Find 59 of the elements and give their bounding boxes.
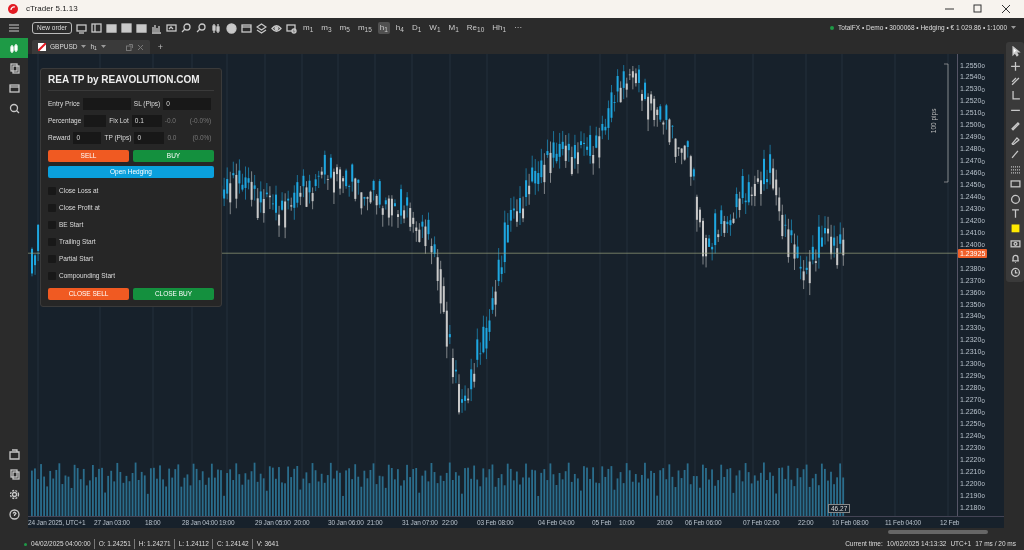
layers-icon[interactable] (256, 22, 267, 34)
timeframe-button[interactable]: W$_{1}$ (427, 22, 443, 34)
symbol-flag-icon (38, 43, 46, 51)
card-icon[interactable] (8, 82, 20, 94)
app-logo-icon (8, 4, 18, 14)
timeframe-button[interactable]: Hh$_{1}$ (490, 22, 509, 34)
bar-chart-icon[interactable] (151, 22, 162, 34)
window-title: cTrader 5.1.13 (26, 3, 78, 15)
timeframe-button[interactable]: M$_{1}$ (446, 22, 461, 34)
candles-icon[interactable] (211, 22, 222, 34)
detach-icon[interactable] (125, 43, 133, 51)
clock-icon[interactable] (1009, 267, 1021, 278)
crosshair-icon[interactable] (1009, 60, 1021, 72)
timeframe-button[interactable]: m$_{1}$ (301, 22, 316, 34)
chart-settings-icon[interactable] (76, 22, 87, 34)
caret-icon[interactable] (100, 45, 106, 49)
single-view-icon[interactable] (121, 22, 132, 34)
bell-icon[interactable] (1009, 252, 1021, 264)
brush-icon[interactable] (1009, 134, 1021, 146)
menu-icon[interactable] (9, 24, 19, 32)
search-icon[interactable] (8, 102, 20, 114)
pencil-icon[interactable] (1009, 119, 1021, 131)
caret-icon[interactable] (81, 45, 87, 49)
zoom-out-icon[interactable] (196, 22, 207, 34)
more-button[interactable]: ··· (512, 22, 525, 34)
copy-icon[interactable] (8, 62, 20, 74)
timeframe-button[interactable]: m$_{5}$ (337, 22, 352, 34)
caret-icon[interactable] (1011, 26, 1016, 30)
trend-line-icon[interactable] (1009, 75, 1021, 87)
timeframe-button[interactable]: h$_{4}$ (393, 22, 406, 34)
camera-icon[interactable] (1009, 237, 1021, 249)
pen-icon[interactable] (1009, 149, 1021, 160)
fibonacci-icon[interactable] (1009, 164, 1021, 175)
chart-settings-icon[interactable] (286, 22, 297, 34)
rectangle-icon[interactable] (1009, 178, 1021, 190)
help-icon[interactable] (8, 508, 20, 520)
chart-icon[interactable] (8, 42, 20, 54)
timeframe-button[interactable]: h$_{1}$ (377, 22, 390, 34)
timeframe-button[interactable]: Re$_{10}$ (464, 22, 487, 34)
timeframe-button[interactable]: m$_{15}$ (355, 22, 374, 34)
ruler-icon[interactable] (1009, 90, 1021, 101)
eye-icon[interactable] (271, 22, 282, 34)
trading-icon[interactable] (8, 448, 20, 460)
zoom-in-icon[interactable] (181, 22, 192, 34)
screen-icon[interactable] (166, 22, 177, 34)
timeframe-button[interactable]: D$_{1}$ (409, 22, 424, 34)
status-dot (24, 542, 27, 546)
text-icon[interactable] (1009, 208, 1021, 219)
add-tab-button[interactable]: + (157, 40, 164, 54)
color-swatch-icon[interactable] (1009, 223, 1021, 234)
circle-icon[interactable] (1009, 193, 1021, 205)
layout-icon[interactable] (91, 22, 102, 34)
scrollbar-thumb[interactable] (888, 530, 988, 534)
panel-title: REA TP by REAVOLUTION.COM (48, 72, 214, 91)
copy-icon[interactable] (8, 468, 20, 480)
window-icon[interactable] (241, 22, 252, 34)
cursor-icon[interactable] (1009, 46, 1021, 57)
settings-icon[interactable] (8, 488, 20, 500)
timeframe-button[interactable]: m$_{3}$ (319, 22, 334, 34)
